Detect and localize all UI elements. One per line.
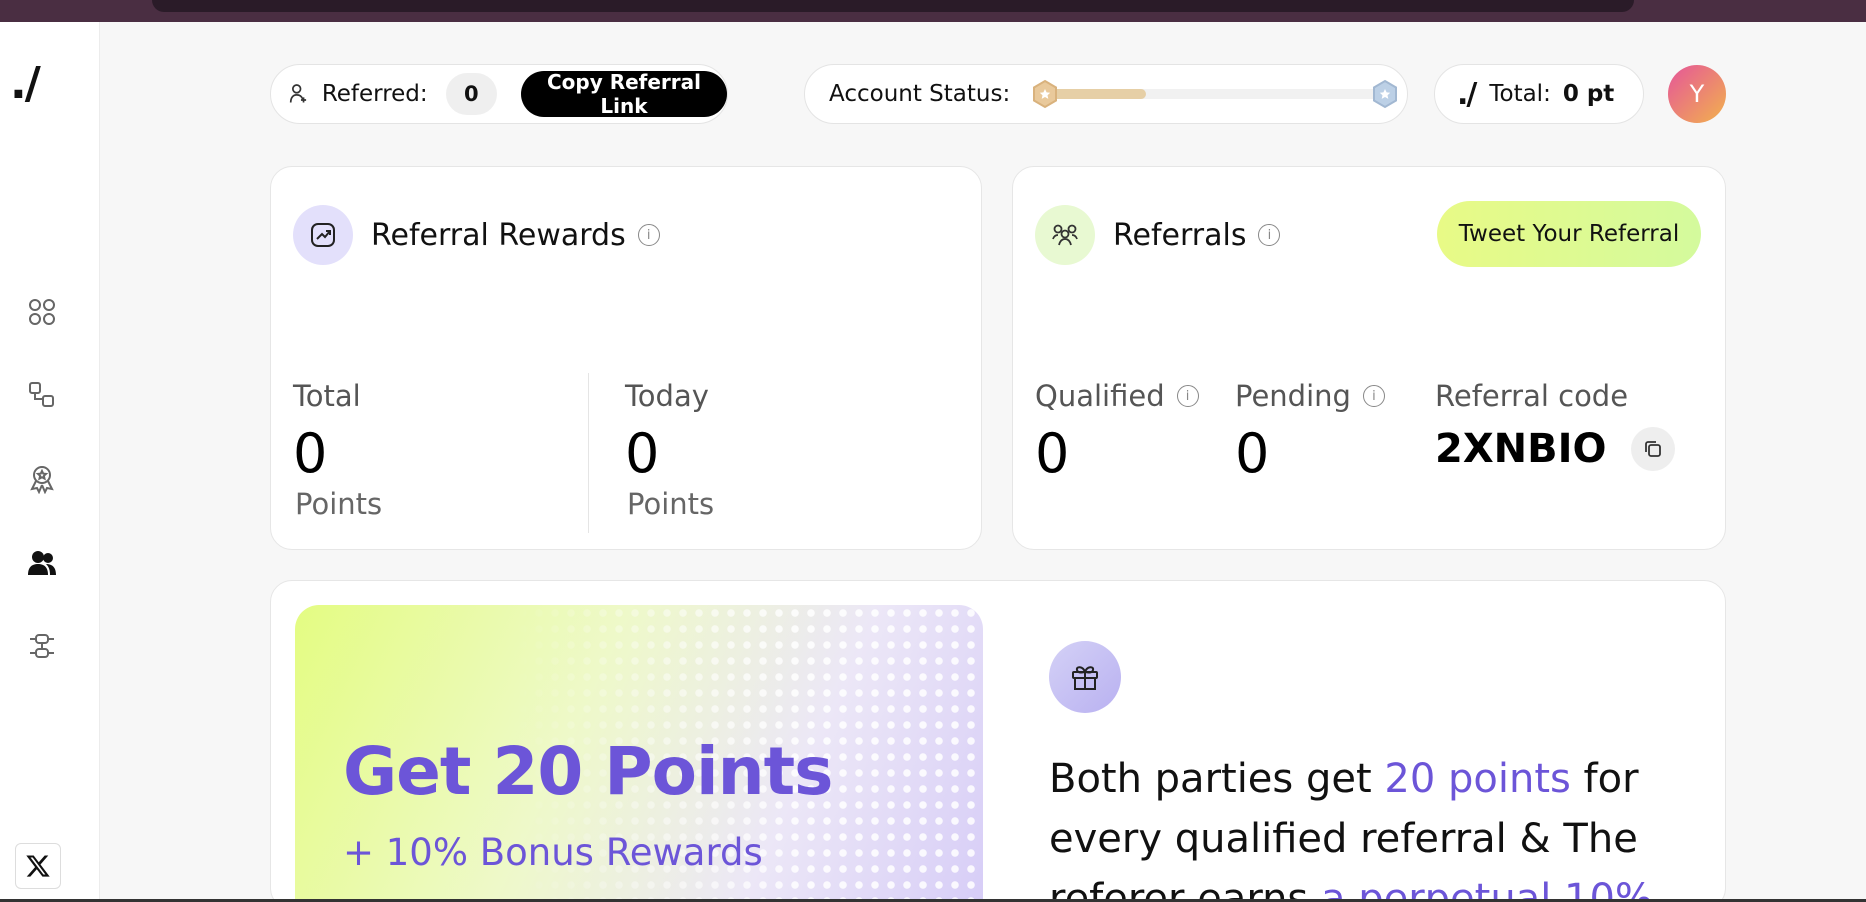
gift-icon [1049, 641, 1121, 713]
silver-badge-icon [1370, 79, 1400, 109]
total-label: Total: [1489, 81, 1551, 107]
promo-description: Both parties get 20 points for every qua… [1049, 749, 1669, 902]
promo-banner: Get 20 Points + 10% Bonus Rewards [295, 605, 983, 902]
pending-stat: Pending i 0 [1235, 379, 1385, 481]
rewards-total-unit: Points [295, 487, 383, 521]
promo-highlight: 20 points [1384, 756, 1571, 802]
pending-value: 0 [1235, 422, 1270, 485]
total-logo: ./ [1457, 76, 1477, 112]
rewards-today-label: Today [625, 379, 709, 413]
stat-divider [588, 373, 589, 533]
referral-rewards-title: Referral Rewards [371, 217, 626, 253]
rewards-total-label: Total [293, 379, 361, 413]
account-status-progress [1030, 79, 1400, 109]
total-value: 0 pt [1562, 81, 1615, 107]
sidebar: ./ [0, 22, 100, 899]
info-icon[interactable]: i [637, 224, 660, 246]
rewards-today-unit: Points [627, 487, 715, 521]
grid-icon[interactable] [24, 294, 60, 330]
avatar[interactable]: Y [1668, 65, 1726, 123]
copy-referral-link-button[interactable]: Copy Referral Link [520, 70, 727, 118]
promo-text-part-1: Both parties get [1049, 756, 1385, 802]
bronze-badge-icon [1030, 79, 1060, 109]
referral-rewards-card: Referral Rewards i Total 0 Points Today … [270, 166, 982, 550]
referral-promo-card: Get 20 Points + 10% Bonus Rewards Both p… [270, 580, 1726, 902]
app-logo[interactable]: ./ [10, 58, 41, 109]
x-icon [26, 855, 50, 877]
qualified-value: 0 [1035, 422, 1070, 485]
info-icon[interactable]: i [1176, 385, 1199, 407]
total-points-pill: ./ Total: 0 pt [1434, 64, 1644, 124]
rewards-today-stat: Today 0 Points [625, 379, 714, 521]
x-social-button[interactable] [15, 843, 61, 889]
user-icon [289, 84, 307, 103]
referrals-card: Referrals i Tweet Your Referral Qualifie… [1012, 166, 1726, 550]
workflow-icon[interactable] [24, 377, 60, 413]
promo-subtitle: + 10% Bonus Rewards [343, 831, 763, 874]
referred-pill: Referred: 0 Copy Referral Link [270, 64, 728, 124]
referral-code-stat: Referral code 2XNBIO [1435, 379, 1675, 471]
sliders-icon[interactable] [24, 628, 60, 664]
info-icon[interactable]: i [1362, 385, 1385, 407]
badge-icon[interactable] [24, 461, 60, 497]
qualified-stat: Qualified i 0 [1035, 379, 1199, 481]
copy-code-icon[interactable] [1630, 427, 1675, 471]
browser-tab-bar [152, 0, 1634, 12]
rewards-total-value: 0 [293, 422, 328, 485]
group-icon [1035, 205, 1095, 265]
referred-count: 0 [445, 73, 497, 115]
users-icon[interactable] [24, 545, 60, 581]
trend-chart-icon [293, 205, 353, 265]
referral-code-label: Referral code [1435, 379, 1629, 413]
referred-label: Referred: [321, 81, 428, 107]
account-status-pill: Account Status: [804, 64, 1408, 124]
browser-chrome [0, 0, 1866, 22]
qualified-label: Qualified [1035, 379, 1165, 413]
account-status-label: Account Status: [829, 81, 1011, 107]
rewards-today-value: 0 [625, 422, 660, 485]
info-icon[interactable]: i [1258, 224, 1281, 246]
referral-code-value: 2XNBIO [1435, 426, 1607, 472]
referrals-title: Referrals [1113, 217, 1247, 253]
pending-label: Pending [1235, 379, 1351, 413]
promo-title: Get 20 Points [343, 733, 833, 810]
rewards-total-stat: Total 0 Points [293, 379, 382, 521]
tweet-referral-button[interactable]: Tweet Your Referral [1437, 201, 1701, 267]
